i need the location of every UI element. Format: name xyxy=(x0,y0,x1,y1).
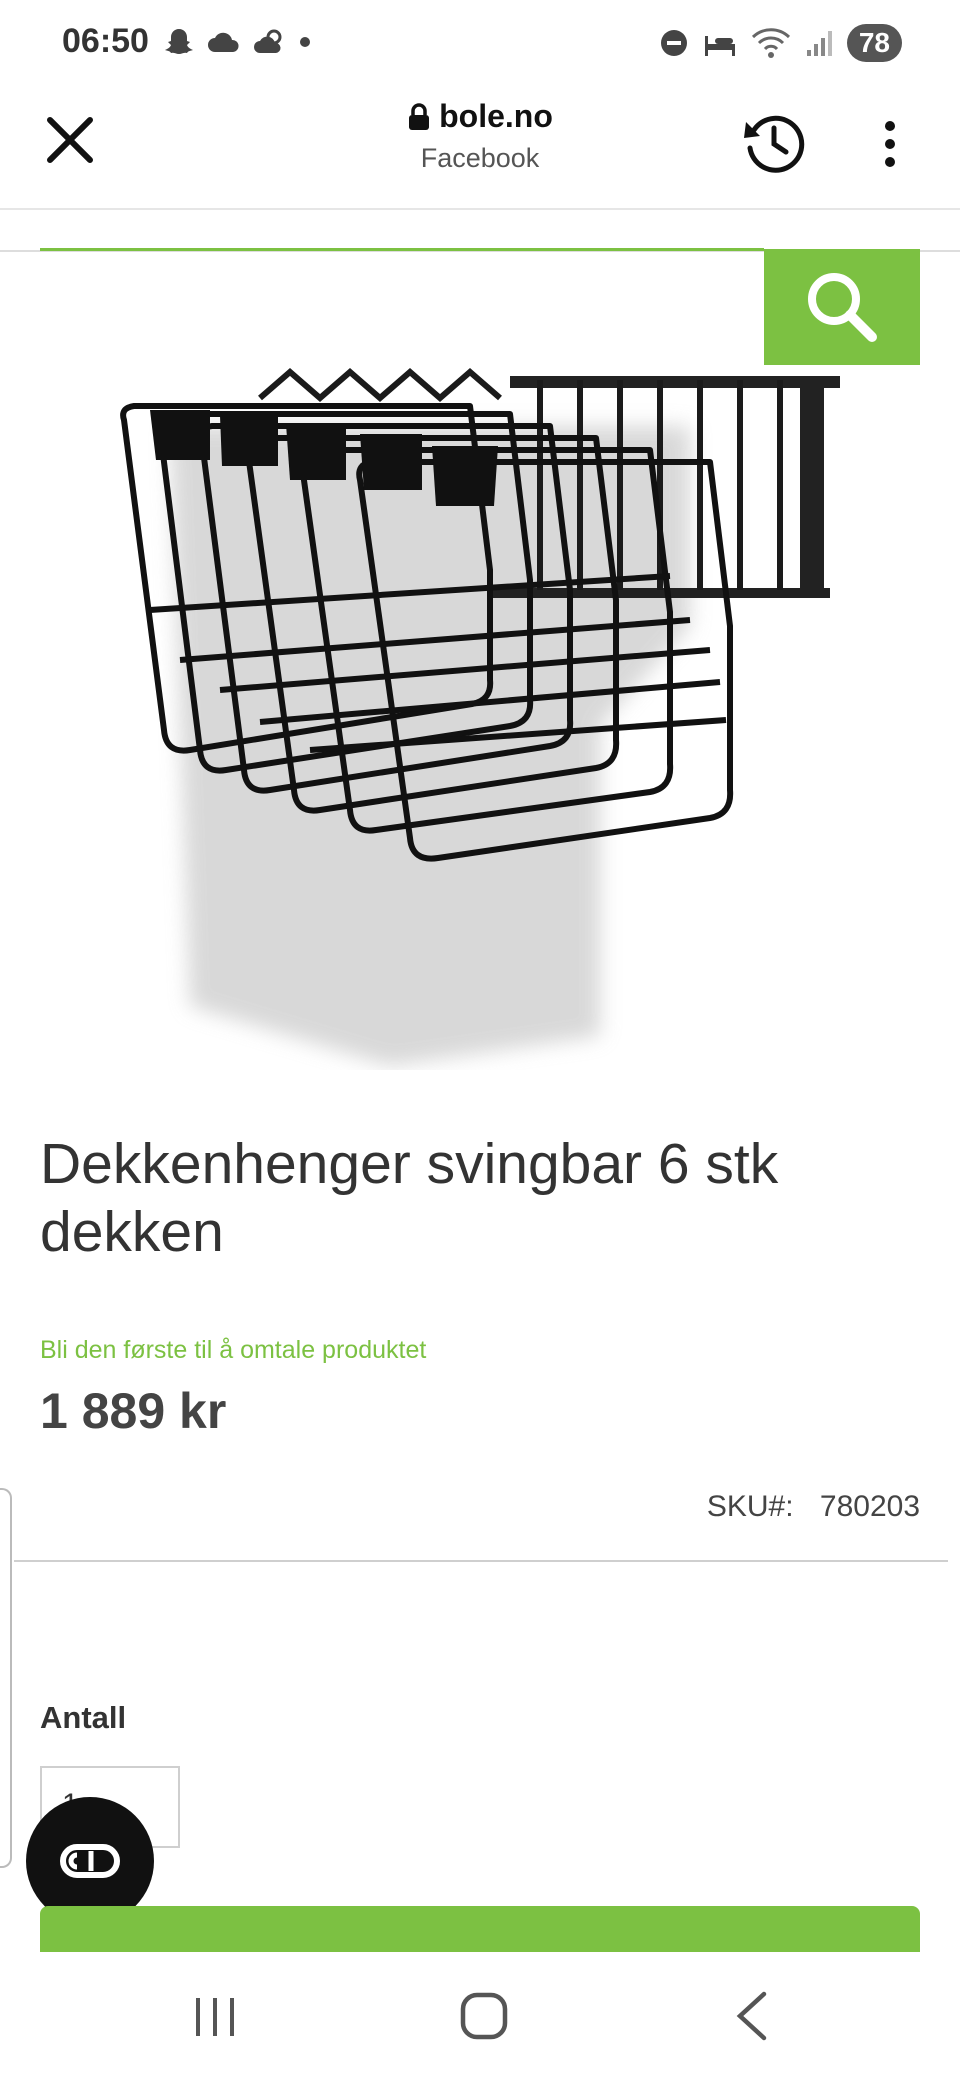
sku-row: SKU#: 780203 xyxy=(707,1490,920,1524)
home-icon[interactable] xyxy=(458,1990,510,2042)
product-title: Dekkenhenger svingbar 6 stk dekken xyxy=(40,1132,779,1264)
close-icon[interactable] xyxy=(42,112,98,168)
history-icon[interactable] xyxy=(740,110,806,176)
navigation-bar xyxy=(0,1952,960,2080)
sleep-mode-icon xyxy=(704,36,735,56)
wifi-icon xyxy=(751,28,790,58)
url-bar[interactable]: bole.no Facebook xyxy=(330,98,630,174)
signal-icon xyxy=(806,31,832,56)
search-input[interactable] xyxy=(40,248,764,251)
partly-cloudy-icon xyxy=(254,29,282,53)
recents-icon[interactable] xyxy=(190,1992,240,2042)
do-not-disturb-icon xyxy=(660,30,687,56)
search-button[interactable] xyxy=(764,249,920,365)
lock-icon xyxy=(409,102,430,130)
add-to-cart-button[interactable] xyxy=(40,1906,920,1958)
url-subtitle: Facebook xyxy=(420,143,540,173)
review-link[interactable]: Bli den første til å omtale produktet xyxy=(40,1336,426,1365)
url-line: bole.no xyxy=(330,98,630,135)
sku-value: 780203 xyxy=(819,1490,920,1523)
url-text: bole.no xyxy=(439,98,553,134)
battery-indicator: 78 xyxy=(846,24,902,62)
status-time: 06:50 xyxy=(62,22,149,60)
side-drawer-handle[interactable] xyxy=(0,1488,12,1868)
section-divider xyxy=(14,1560,948,1562)
more-vert-icon[interactable] xyxy=(870,116,910,172)
system-icons: 78 xyxy=(659,24,902,62)
product-image[interactable] xyxy=(110,350,870,1070)
sku-label: SKU#: xyxy=(706,1490,794,1523)
notification-icons xyxy=(162,26,312,58)
cloud-icon xyxy=(208,32,239,52)
chat-icon xyxy=(60,1844,120,1878)
status-bar: 06:50 78 xyxy=(0,0,960,92)
product-price: 1 889 kr xyxy=(40,1383,227,1439)
search-icon xyxy=(808,273,877,342)
quantity-label: Antall xyxy=(40,1700,127,1735)
browser-toolbar: bole.no Facebook xyxy=(0,92,960,210)
snapchat-icon xyxy=(165,29,193,54)
dot-icon xyxy=(300,37,310,47)
back-icon[interactable] xyxy=(734,1990,770,2042)
